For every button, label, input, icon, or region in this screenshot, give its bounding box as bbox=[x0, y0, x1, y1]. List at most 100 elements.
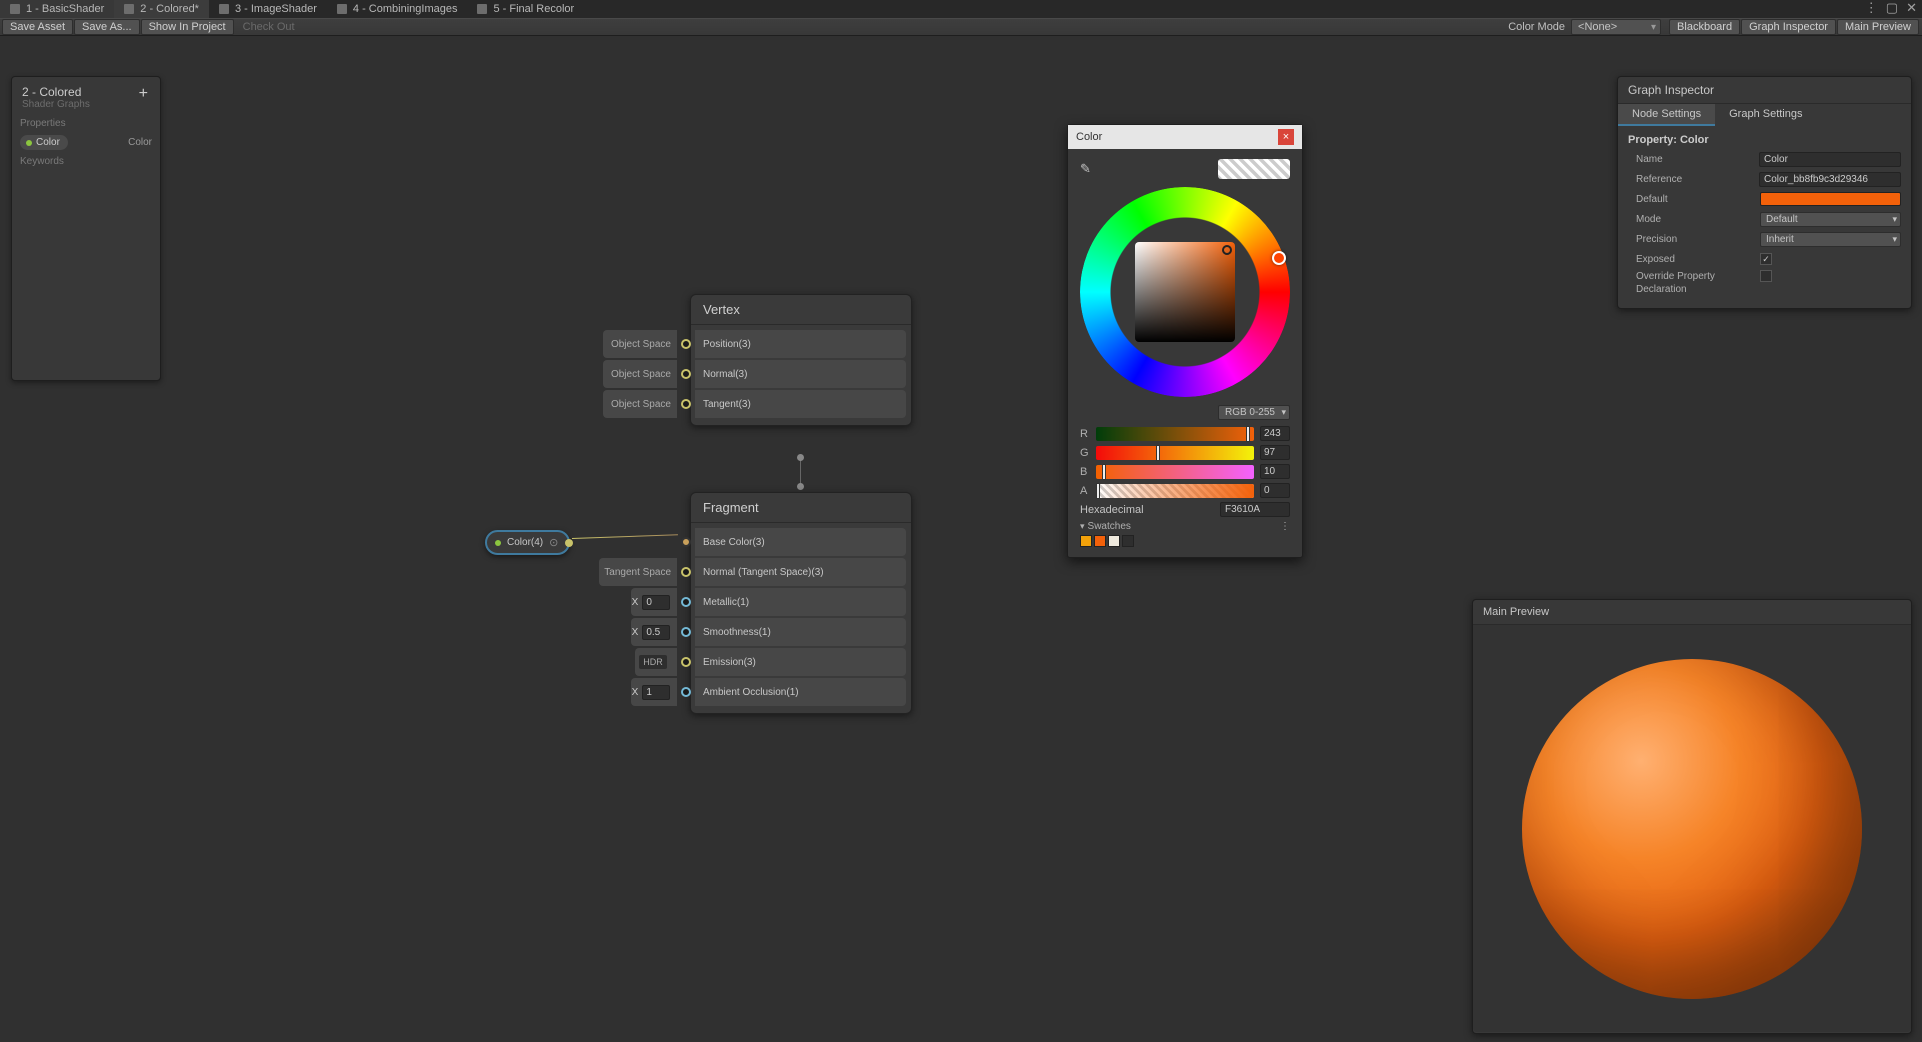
eyedropper-icon[interactable]: ✎ bbox=[1080, 161, 1091, 177]
precision-dropdown[interactable]: Inherit bbox=[1760, 232, 1901, 247]
tab-finalrecolor[interactable]: 5 - Final Recolor bbox=[467, 0, 584, 18]
input-port[interactable] bbox=[680, 390, 692, 418]
graph-inspector-toggle-button[interactable]: Graph Inspector bbox=[1741, 19, 1836, 35]
swatch-preset[interactable] bbox=[1108, 535, 1120, 547]
channel-r-input[interactable] bbox=[1260, 426, 1290, 441]
saturation-value-box[interactable] bbox=[1135, 242, 1235, 342]
hdr-tag: HDR bbox=[635, 648, 677, 676]
sv-cursor-icon[interactable] bbox=[1222, 245, 1232, 255]
input-port[interactable] bbox=[680, 528, 692, 556]
slot-label: Ambient Occlusion(1) bbox=[695, 678, 906, 706]
channel-b-input[interactable] bbox=[1260, 464, 1290, 479]
window-maximize-icon[interactable]: ▢ bbox=[1883, 0, 1901, 16]
tab-combiningimages[interactable]: 4 - CombiningImages bbox=[327, 0, 468, 18]
swatch-preset[interactable] bbox=[1094, 535, 1106, 547]
vertex-node[interactable]: Vertex Object Space Position(3) Object S… bbox=[690, 294, 912, 426]
blackboard-toggle-button[interactable]: Blackboard bbox=[1669, 19, 1740, 35]
tab-colored[interactable]: 2 - Colored* bbox=[114, 0, 209, 18]
swatch-preset[interactable] bbox=[1122, 535, 1134, 547]
tab-imageshader[interactable]: 3 - ImageShader bbox=[209, 0, 327, 18]
input-port[interactable] bbox=[680, 678, 692, 706]
channel-r: R bbox=[1080, 426, 1290, 441]
color-property-node[interactable]: Color(4) ⊙ bbox=[485, 530, 570, 555]
swatches-foldout[interactable]: Swatches bbox=[1080, 521, 1131, 532]
tab-label: 5 - Final Recolor bbox=[493, 3, 574, 15]
default-color-swatch[interactable] bbox=[1760, 192, 1901, 206]
value-field[interactable] bbox=[642, 685, 670, 700]
channel-a-slider[interactable] bbox=[1096, 484, 1254, 498]
slot-position[interactable]: Object Space Position(3) bbox=[603, 330, 906, 358]
slot-normal-ts[interactable]: Tangent Space Normal (Tangent Space)(3) bbox=[599, 558, 906, 586]
input-port[interactable] bbox=[680, 360, 692, 388]
slot-base-color[interactable]: Base Color(3) bbox=[677, 528, 906, 556]
shader-file-icon bbox=[477, 4, 487, 14]
color-picker-titlebar[interactable]: Color × bbox=[1068, 125, 1302, 149]
output-port[interactable] bbox=[565, 539, 573, 547]
slot-label: Smoothness(1) bbox=[695, 618, 906, 646]
default-value-input[interactable]: X bbox=[631, 588, 677, 616]
property-chip[interactable]: Color bbox=[20, 135, 68, 150]
override-checkbox[interactable] bbox=[1760, 270, 1772, 282]
swatch-preset[interactable] bbox=[1080, 535, 1092, 547]
channel-b-slider[interactable] bbox=[1096, 465, 1254, 479]
slot-tag: Tangent Space bbox=[599, 558, 677, 586]
properties-section-label: Properties bbox=[12, 114, 160, 133]
add-property-icon[interactable]: + bbox=[137, 85, 150, 103]
input-port[interactable] bbox=[680, 648, 692, 676]
window-menu-icon[interactable]: ⋮ bbox=[1862, 0, 1881, 16]
graph-inspector-panel[interactable]: Graph Inspector Node Settings Graph Sett… bbox=[1617, 76, 1912, 309]
channel-r-slider[interactable] bbox=[1096, 427, 1254, 441]
slot-tangent[interactable]: Object Space Tangent(3) bbox=[603, 390, 906, 418]
mode-dropdown[interactable]: Default bbox=[1760, 212, 1901, 227]
rgb-mode-select[interactable]: RGB 0-255 bbox=[1218, 405, 1290, 420]
slot-label: Emission(3) bbox=[695, 648, 906, 676]
tab-node-settings[interactable]: Node Settings bbox=[1618, 104, 1715, 126]
value-field[interactable] bbox=[642, 625, 670, 640]
reference-input[interactable] bbox=[1759, 172, 1901, 187]
swatches-menu-icon[interactable]: ⋮ bbox=[1280, 521, 1290, 532]
name-input[interactable] bbox=[1759, 152, 1901, 167]
input-port[interactable] bbox=[680, 588, 692, 616]
fragment-node[interactable]: Fragment Base Color(3) Tangent Space Nor… bbox=[690, 492, 912, 714]
save-asset-button[interactable]: Save Asset bbox=[2, 19, 73, 35]
slot-emission[interactable]: HDR Emission(3) bbox=[635, 648, 906, 676]
main-preview-panel[interactable]: Main Preview bbox=[1472, 599, 1912, 1034]
graph-canvas[interactable]: 2 - Colored Shader Graphs + Properties C… bbox=[0, 36, 1922, 1042]
tab-graph-settings[interactable]: Graph Settings bbox=[1715, 104, 1816, 126]
default-value-input[interactable]: X bbox=[631, 618, 677, 646]
input-port[interactable] bbox=[680, 558, 692, 586]
preview-viewport[interactable] bbox=[1473, 625, 1911, 1032]
slot-label: Metallic(1) bbox=[695, 588, 906, 616]
slot-ambient-occlusion[interactable]: X Ambient Occlusion(1) bbox=[631, 678, 906, 706]
tab-basicshader[interactable]: 1 - BasicShader bbox=[0, 0, 114, 18]
exposed-checkbox[interactable] bbox=[1760, 253, 1772, 265]
close-icon[interactable]: × bbox=[1278, 129, 1294, 145]
exposed-field-label: Exposed bbox=[1628, 254, 1760, 265]
node-collapse-icon[interactable]: ⊙ bbox=[549, 536, 558, 549]
color-wheel[interactable] bbox=[1080, 187, 1290, 397]
value-field[interactable] bbox=[642, 595, 670, 610]
slot-metallic[interactable]: X Metallic(1) bbox=[631, 588, 906, 616]
slot-smoothness[interactable]: X Smoothness(1) bbox=[631, 618, 906, 646]
property-row-color[interactable]: Color Color bbox=[12, 133, 160, 152]
show-in-project-button[interactable]: Show In Project bbox=[141, 19, 234, 35]
default-field-label: Default bbox=[1628, 194, 1760, 205]
hue-cursor-icon[interactable] bbox=[1272, 251, 1286, 265]
window-close-icon[interactable]: ✕ bbox=[1903, 0, 1920, 16]
channel-g-slider[interactable] bbox=[1096, 446, 1254, 460]
input-port[interactable] bbox=[680, 330, 692, 358]
hex-input[interactable] bbox=[1220, 502, 1290, 517]
input-port[interactable] bbox=[680, 618, 692, 646]
channel-a-input[interactable] bbox=[1260, 483, 1290, 498]
save-as-button[interactable]: Save As... bbox=[74, 19, 140, 35]
slot-normal[interactable]: Object Space Normal(3) bbox=[603, 360, 906, 388]
shader-file-icon bbox=[10, 4, 20, 14]
color-picker-dialog[interactable]: Color × ✎ RGB 0-255 R bbox=[1067, 124, 1303, 558]
default-value-input[interactable]: X bbox=[631, 678, 677, 706]
channel-g-input[interactable] bbox=[1260, 445, 1290, 460]
color-mode-label: Color Mode bbox=[1502, 21, 1571, 33]
keywords-section-label: Keywords bbox=[12, 152, 160, 171]
main-preview-toggle-button[interactable]: Main Preview bbox=[1837, 19, 1919, 35]
blackboard-panel[interactable]: 2 - Colored Shader Graphs + Properties C… bbox=[11, 76, 161, 381]
color-mode-select[interactable]: <None> bbox=[1571, 19, 1661, 35]
